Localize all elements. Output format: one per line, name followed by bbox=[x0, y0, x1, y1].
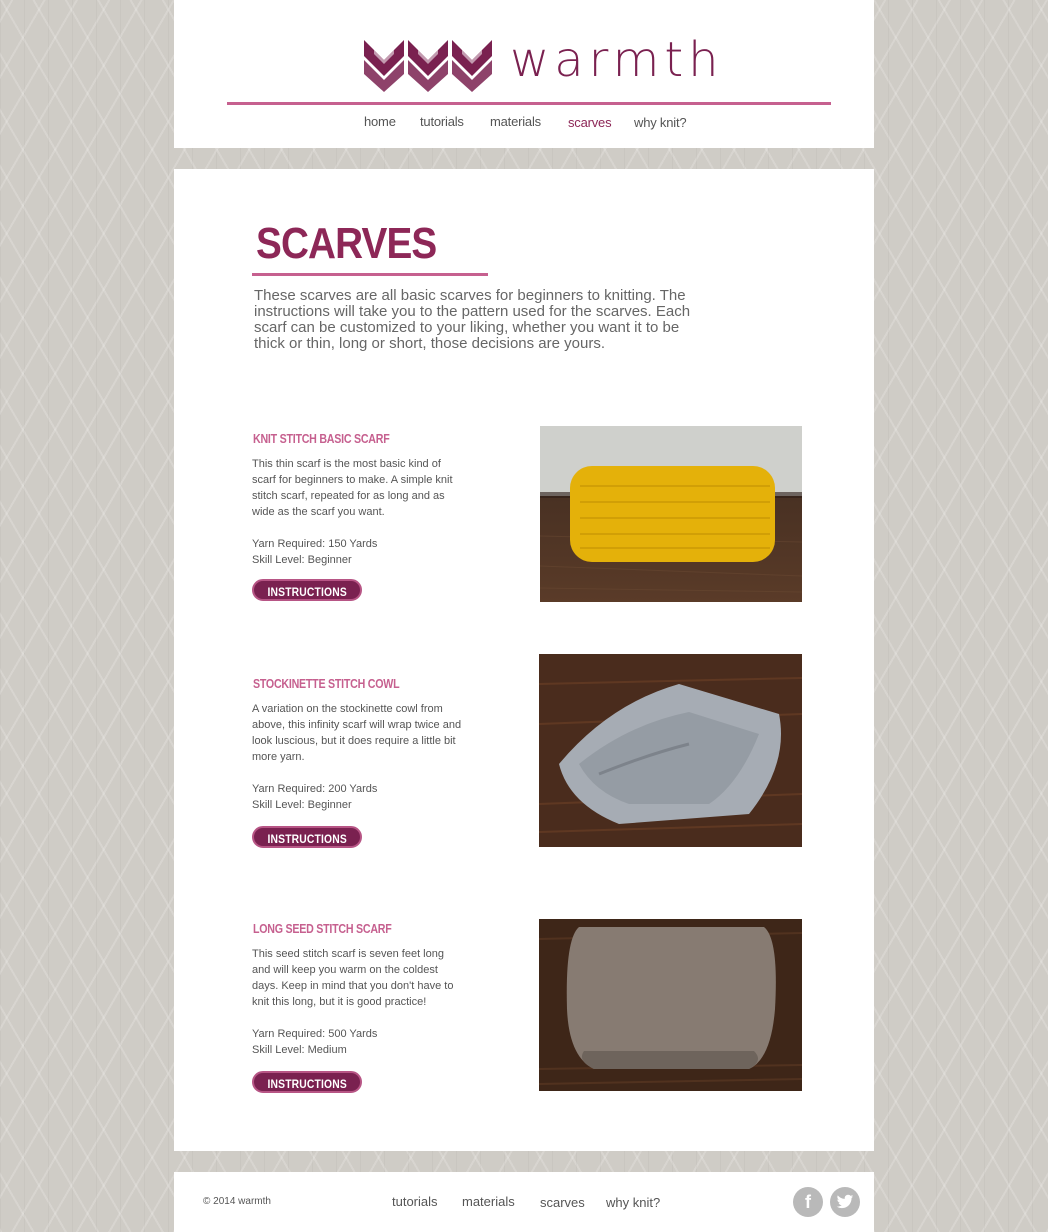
skill-level: Skill Level: Medium bbox=[252, 1044, 347, 1056]
skill-level: Skill Level: Beginner bbox=[252, 554, 352, 566]
footer-nav-why-knit[interactable]: why knit? bbox=[606, 1195, 660, 1210]
page-title: SCARVES bbox=[256, 219, 437, 268]
item-title: KNIT STITCH BASIC SCARF bbox=[253, 431, 390, 446]
site-header: warmth home tutorials materials scarves … bbox=[174, 0, 874, 148]
scarf-photo bbox=[540, 426, 802, 602]
nav-materials[interactable]: materials bbox=[490, 114, 541, 129]
footer-nav: tutorials materials scarves why knit? bbox=[174, 1194, 874, 1214]
footer-nav-tutorials[interactable]: tutorials bbox=[392, 1194, 438, 1209]
main-content: SCARVES These scarves are all basic scar… bbox=[174, 169, 874, 1151]
item-description: This seed stitch scarf is seven feet lon… bbox=[252, 948, 454, 1008]
instructions-button[interactable]: INSTRUCTIONS bbox=[252, 826, 362, 848]
footer-nav-materials[interactable]: materials bbox=[462, 1194, 515, 1209]
scarf-photo bbox=[539, 919, 802, 1091]
twitter-icon[interactable] bbox=[830, 1187, 860, 1217]
yarn-required: Yarn Required: 200 Yards bbox=[252, 783, 378, 795]
nav-home[interactable]: home bbox=[364, 114, 396, 129]
site-footer: © 2014 warmth tutorials materials scarve… bbox=[174, 1172, 874, 1232]
intro-text: These scarves are all basic scarves for … bbox=[254, 287, 691, 352]
scarf-photo bbox=[539, 654, 802, 847]
scarf-item: KNIT STITCH BASIC SCARF This thin scarf … bbox=[174, 426, 874, 611]
scarf-item: STOCKINETTE STITCH COWL A variation on t… bbox=[174, 654, 874, 876]
yarn-required: Yarn Required: 500 Yards bbox=[252, 1028, 378, 1040]
logo-text: warmth bbox=[510, 32, 724, 88]
logo[interactable]: warmth bbox=[364, 32, 719, 92]
item-title: STOCKINETTE STITCH COWL bbox=[253, 676, 400, 691]
skill-level: Skill Level: Beginner bbox=[252, 799, 352, 811]
nav-scarves[interactable]: scarves bbox=[568, 115, 612, 130]
item-description: A variation on the stockinette cowl from… bbox=[252, 703, 462, 763]
scarf-item: LONG SEED STITCH SCARF This seed stitch … bbox=[174, 919, 874, 1121]
item-title: LONG SEED STITCH SCARF bbox=[253, 921, 392, 936]
facebook-icon[interactable]: f bbox=[793, 1187, 823, 1217]
nav-tutorials[interactable]: tutorials bbox=[420, 114, 464, 129]
nav-why-knit[interactable]: why knit? bbox=[634, 115, 687, 130]
main-nav: home tutorials materials scarves why kni… bbox=[174, 114, 874, 134]
header-divider bbox=[227, 102, 831, 105]
footer-nav-scarves[interactable]: scarves bbox=[540, 1195, 585, 1210]
title-divider bbox=[252, 273, 488, 276]
yarn-required: Yarn Required: 150 Yards bbox=[252, 538, 378, 550]
instructions-button[interactable]: INSTRUCTIONS bbox=[252, 579, 362, 601]
logo-mark-icon bbox=[364, 40, 492, 92]
instructions-button[interactable]: INSTRUCTIONS bbox=[252, 1071, 362, 1093]
twitter-bird-icon bbox=[836, 1194, 854, 1209]
item-description: This thin scarf is the most basic kind o… bbox=[252, 458, 453, 518]
